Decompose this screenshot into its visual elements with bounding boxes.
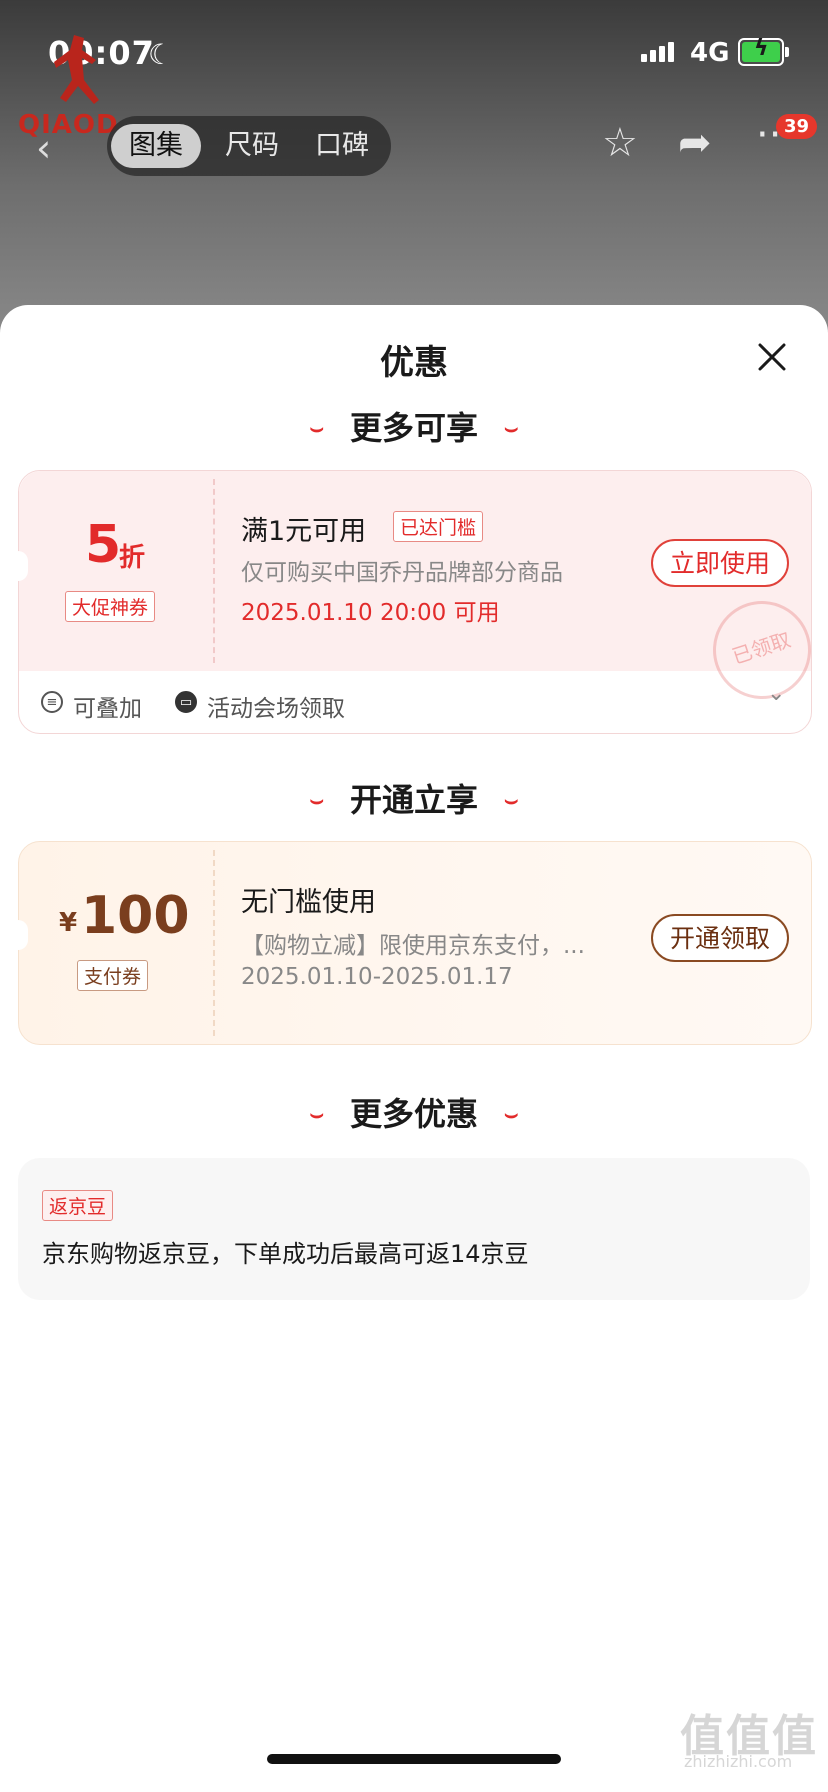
home-indicator[interactable]	[267, 1754, 561, 1764]
ticket-icon: ▭	[175, 691, 197, 713]
section-title-more-offers: ⌣ 更多优惠 ⌣	[309, 1095, 519, 1133]
close-icon[interactable]	[756, 341, 788, 373]
stackable-label: 可叠加	[73, 696, 142, 722]
brand-logo-text: QIAOD	[18, 110, 119, 140]
coupon-sheet: 优惠 ⌣ 更多可享 ⌣ 5 折 大促神券 满1元可用 已达门槛 仅可购买中国乔丹品牌…	[0, 305, 828, 1792]
coupon-card-discount: 5 折 大促神券 满1元可用 已达门槛 仅可购买中国乔丹品牌部分商品 2025.…	[18, 470, 824, 734]
tab-reviews[interactable]: 口碑	[297, 124, 387, 168]
star-icon[interactable]: ☆	[602, 120, 638, 166]
sheet-title: 优惠	[380, 343, 448, 383]
smile-deco-icon: ⌣	[504, 416, 519, 441]
status-bar: 00:07 ☾ 4G ϟ	[0, 0, 828, 100]
activate-claim-button[interactable]: 开通领取	[651, 914, 789, 962]
coupon-type-tag: 大促神券	[65, 591, 156, 622]
jingdou-offer-card: 返京豆 京东购物返京豆，下单成功后最高可返14京豆	[18, 1158, 810, 1300]
smile-deco-icon: ⌣	[309, 788, 324, 813]
jingdou-text: 京东购物返京豆，下单成功后最高可返14京豆	[42, 1240, 529, 1268]
watermark-url: zhizhizhi.com	[684, 1752, 793, 1771]
signal-icon	[641, 42, 677, 62]
coupon-value: 100	[81, 886, 190, 946]
smile-deco-icon: ⌣	[504, 1102, 519, 1127]
coupon-condition: 满1元可用	[241, 516, 367, 547]
network-type: 4G	[690, 38, 730, 68]
tab-size[interactable]: 尺码	[207, 124, 297, 168]
smile-deco-icon: ⌣	[309, 1102, 324, 1127]
jingdou-tag: 返京豆	[42, 1190, 114, 1221]
back-arrow-icon[interactable]: ‹	[36, 126, 51, 170]
smile-deco-icon: ⌣	[504, 788, 519, 813]
coupon-card-payment: ¥ 100 支付券 无门槛使用 【购物立减】限使用京东支付，... 2025.0…	[18, 841, 812, 1045]
smile-deco-icon: ⌣	[309, 416, 324, 441]
coupon-condition: 无门槛使用	[241, 887, 376, 918]
share-icon[interactable]: ➦	[678, 120, 712, 166]
battery-icon: ϟ	[738, 36, 789, 66]
brand-logo-icon	[54, 35, 99, 104]
use-now-button[interactable]: 立即使用	[651, 539, 789, 587]
coupon-date: 2025.01.10 20:00 可用	[241, 600, 500, 626]
source-label: 活动会场领取	[207, 696, 345, 722]
header-tabs: 图集 尺码 口碑	[107, 116, 391, 176]
tab-gallery[interactable]: 图集	[111, 124, 201, 168]
coupon-description: 仅可购买中国乔丹品牌部分商品	[241, 560, 563, 586]
coupon-type-tag: 支付券	[77, 960, 149, 991]
chevron-down-icon[interactable]: ⌄	[767, 681, 785, 706]
coupon-unit: 折	[119, 543, 146, 573]
stack-icon: ≡	[41, 691, 63, 713]
coupon-value: 5	[85, 515, 122, 575]
coupon-description: 【购物立减】限使用京东支付，...	[241, 933, 585, 959]
threshold-tag: 已达门槛	[393, 511, 484, 542]
notification-badge: 39	[776, 114, 818, 139]
currency-symbol: ¥	[59, 908, 78, 938]
section-title-open-now: ⌣ 开通立享 ⌣	[309, 781, 519, 819]
section-title-more-available: ⌣ 更多可享 ⌣	[309, 409, 519, 447]
moon-icon: ☾	[148, 38, 174, 71]
coupon-date: 2025.01.10-2025.01.17	[241, 964, 513, 990]
